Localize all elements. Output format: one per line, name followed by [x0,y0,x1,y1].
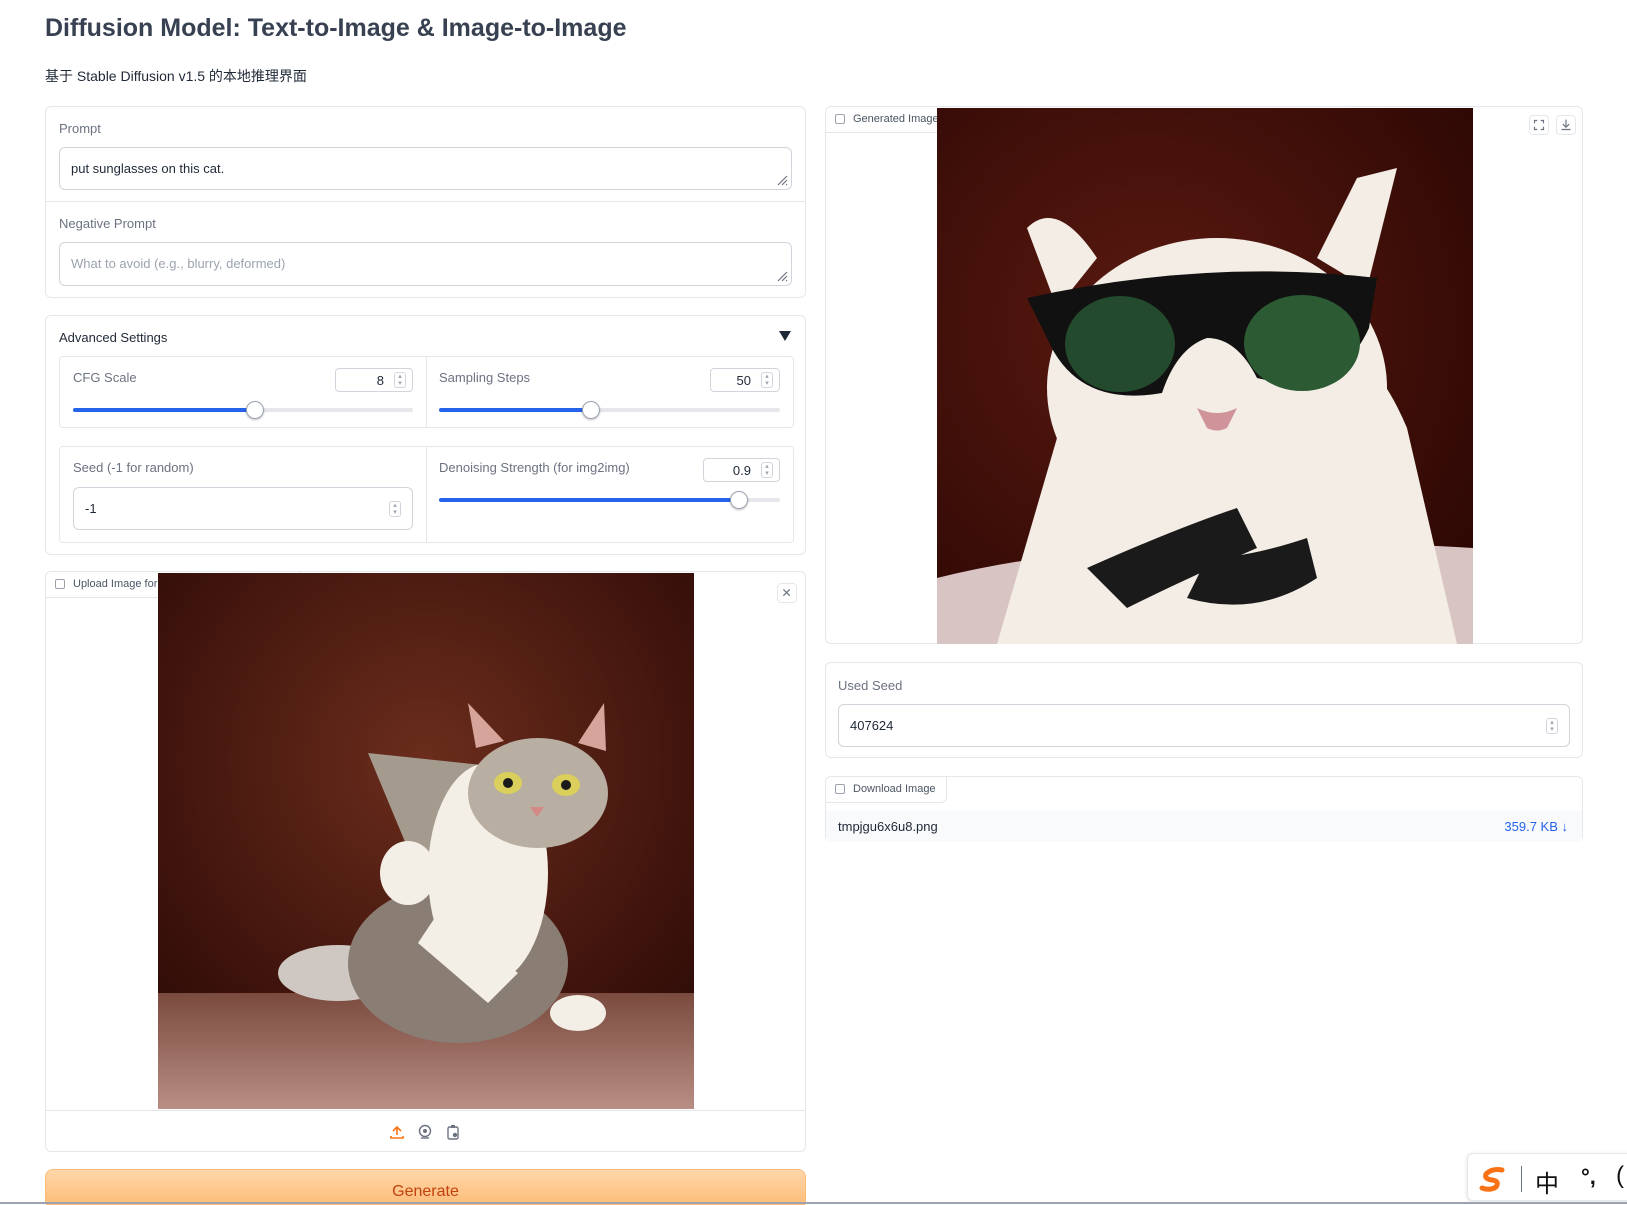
clear-image-button[interactable] [777,583,797,603]
close-icon [782,588,791,597]
cfg-scale-number-input[interactable]: 8 ▴ ▾ [335,368,413,392]
denoising-strength-slider-thumb[interactable] [730,491,749,509]
generated-image-panel: Generated Image [825,106,1583,644]
file-icon [835,784,845,794]
spinner-icon[interactable]: ▴ ▾ [1546,718,1558,734]
sampling-steps-number-input[interactable]: 50 ▴ ▾ [710,368,780,392]
fullscreen-button[interactable] [1529,115,1549,135]
advanced-settings-header[interactable]: Advanced Settings [46,316,805,356]
ime-divider [1521,1166,1522,1192]
negative-prompt-label: Negative Prompt [59,216,156,231]
generated-image[interactable] [937,108,1473,644]
input-image[interactable] [158,573,694,1109]
sampling-steps-slider-fill [439,408,591,412]
sliders-row-2: Seed (-1 for random) -1 ▴ ▾ Denoising Str… [59,446,794,543]
download-image-button[interactable] [1556,115,1576,135]
prompt-divider [46,201,805,202]
generated-image-tag: Generated Image [826,107,950,133]
sliders-row-1: CFG Scale 8 ▴ ▾ Sampling Steps 50 ▴ ▾ [59,356,794,428]
download-tag: Download Image [826,777,947,803]
used-seed-value: 407624 [850,718,894,733]
used-seed-label: Used Seed [838,678,903,693]
upload-image-panel: Upload Image for Image-to-Image (Optiona… [45,571,806,1152]
image-icon [55,579,65,589]
collapse-triangle-icon[interactable] [778,330,792,342]
negative-prompt-input[interactable]: What to avoid (e.g., blurry, deformed) [59,242,792,286]
ime-mode-toggle[interactable]: 中 [1535,1164,1559,1199]
advanced-settings-panel: Advanced Settings CFG Scale 8 ▴ ▾ Samplin… [45,315,806,555]
upload-icon[interactable] [389,1124,405,1140]
resize-handle-icon[interactable] [776,270,788,282]
spinner-icon[interactable]: ▴ ▾ [761,462,773,478]
generate-button[interactable]: Generate [45,1169,806,1205]
resize-handle-icon[interactable] [776,174,788,186]
download-panel: Download Image tmpjgu6x6u8.png 359.7 KB … [825,776,1583,842]
spinner-icon[interactable]: ▴ ▾ [394,372,406,388]
denoising-strength-value: 0.9 [732,463,751,478]
ime-toolbar: 中 °, ( [1467,1153,1627,1201]
used-seed-panel: Used Seed 407624 ▴ ▾ [825,662,1583,758]
page-title: Diffusion Model: Text-to-Image & Image-t… [45,14,627,42]
download-label: Download Image [853,783,936,795]
denoising-strength-slider[interactable] [439,491,780,509]
seed-value: -1 [85,501,97,516]
download-file-row[interactable]: tmpjgu6x6u8.png 359.7 KB ↓ [826,811,1582,842]
window-bottom-edge [0,1202,1627,1204]
cfg-scale-slider[interactable] [73,401,413,419]
seed-input[interactable]: -1 ▴ ▾ [73,487,413,530]
used-seed-input[interactable]: 407624 ▴ ▾ [838,704,1570,747]
denoising-strength-number-input[interactable]: 0.9 ▴ ▾ [703,458,780,482]
fullscreen-icon [1533,119,1545,131]
cfg-scale-slider-thumb[interactable] [245,401,264,419]
cfg-scale-label: CFG Scale [73,370,137,385]
advanced-settings-label: Advanced Settings [59,330,168,345]
download-file-size[interactable]: 359.7 KB ↓ [1504,819,1568,834]
page-subtitle: 基于 Stable Diffusion v1.5 的本地推理界面 [45,68,307,84]
sampling-steps-slider[interactable] [439,401,780,419]
clipboard-icon[interactable] [445,1124,461,1140]
prompt-panel: Prompt put sunglasses on this cat. Negat… [45,106,806,298]
row-divider [426,357,427,427]
download-icon [1561,119,1571,131]
sampling-steps-label: Sampling Steps [439,370,531,385]
sampling-steps-value: 50 [736,373,751,388]
spinner-icon[interactable]: ▴ ▾ [389,501,401,517]
row-divider [426,447,427,542]
webcam-icon[interactable] [417,1124,433,1140]
seed-label: Seed (-1 for random) [73,460,194,475]
cfg-scale-slider-fill [73,408,255,412]
ime-more-icon[interactable]: ( [1616,1162,1624,1190]
ime-punctuation-toggle[interactable]: °, [1581,1164,1596,1190]
prompt-value: put sunglasses on this cat. [71,161,225,176]
negative-prompt-placeholder: What to avoid (e.g., blurry, deformed) [71,256,286,271]
prompt-label: Prompt [59,121,101,136]
generated-image-label: Generated Image [853,113,939,125]
download-file-name[interactable]: tmpjgu6x6u8.png [838,819,938,834]
prompt-input[interactable]: put sunglasses on this cat. [59,147,792,190]
denoising-strength-slider-fill [439,498,740,502]
sampling-steps-slider-thumb[interactable] [581,401,600,419]
cfg-scale-value: 8 [376,373,384,388]
upload-toolbar-divider [46,1110,805,1111]
image-icon [835,114,845,124]
sogou-logo-icon[interactable] [1478,1164,1508,1194]
spinner-icon[interactable]: ▴ ▾ [761,372,773,388]
denoising-strength-label: Denoising Strength (for img2img) [439,460,630,475]
